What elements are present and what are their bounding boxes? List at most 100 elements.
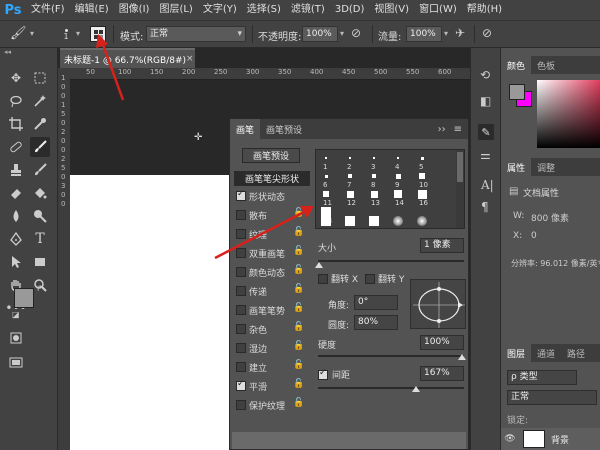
lock-icon[interactable]: 🔓 xyxy=(293,322,304,332)
tab-adjustments[interactable]: 调整 xyxy=(531,158,561,176)
pressure-opacity-icon[interactable]: ⊘ xyxy=(351,26,361,40)
brush-tip[interactable] xyxy=(419,173,425,179)
tab-brush[interactable]: 画笔 xyxy=(230,119,261,139)
brush-tip[interactable] xyxy=(420,156,424,160)
layer-filter-dropdown[interactable]: ρ 类型 xyxy=(507,370,577,385)
type-tool-icon[interactable]: T xyxy=(30,229,50,249)
expand-panel-icon[interactable]: ›› xyxy=(438,124,446,135)
brush-tip[interactable] xyxy=(373,157,375,159)
brush-preview-picker[interactable]: 1 xyxy=(56,25,76,45)
dodge-tool-icon[interactable] xyxy=(30,206,50,226)
panel-fg-color-swatch[interactable] xyxy=(509,84,525,100)
brush-tip[interactable] xyxy=(397,157,399,159)
rectangle-tool-icon[interactable] xyxy=(30,252,50,272)
brush-option-checkbox[interactable] xyxy=(236,248,246,258)
brush-tip-grid[interactable]: 12345678910111213141618 xyxy=(315,149,465,229)
lock-icon[interactable]: 🔓 xyxy=(293,341,304,351)
blend-mode-dropdown[interactable]: 正常 xyxy=(507,390,597,405)
pen-tool-icon[interactable] xyxy=(6,229,26,249)
brush-tip[interactable] xyxy=(417,216,427,226)
menu-type[interactable]: 文字(Y) xyxy=(198,0,242,20)
menu-help[interactable]: 帮助(H) xyxy=(462,0,507,20)
lock-icon[interactable]: 🔓 xyxy=(293,360,304,370)
x-value[interactable]: 0 xyxy=(531,231,537,241)
brush-option-checkbox[interactable] xyxy=(236,189,246,201)
brush-tip[interactable] xyxy=(349,157,351,159)
default-colors-icon[interactable]: ◪ xyxy=(12,310,20,319)
character-panel-icon[interactable]: A| xyxy=(481,178,494,192)
foreground-color-swatch[interactable] xyxy=(14,288,34,308)
mode-dropdown[interactable]: 正常 ▾ xyxy=(146,26,246,42)
layer-row[interactable]: 👁 背景 xyxy=(501,428,600,450)
tab-brush-presets[interactable]: 画笔预设 xyxy=(260,119,308,139)
menu-view[interactable]: 视图(V) xyxy=(369,0,414,20)
hardness-slider-knob[interactable] xyxy=(458,354,466,360)
brush-option-item[interactable]: 湿边 xyxy=(236,341,267,355)
size-slider[interactable] xyxy=(318,260,464,262)
lock-icon[interactable]: 🔓 xyxy=(293,303,304,313)
brush-option-checkbox[interactable] xyxy=(236,229,246,239)
path-selection-tool-icon[interactable] xyxy=(6,252,26,272)
size-slider-knob[interactable] xyxy=(315,262,323,268)
brush-presets-button[interactable]: 画笔预设 xyxy=(242,148,300,163)
flow-field[interactable]: 100% xyxy=(406,26,442,42)
document-tab[interactable]: 未标题-1 @ 66.7%(RGB/8#) × xyxy=(60,48,195,68)
panel-menu-icon[interactable]: ≡ xyxy=(454,124,462,135)
brush-tip[interactable] xyxy=(348,174,352,178)
history-brush-tool-icon[interactable] xyxy=(30,160,50,180)
brush-tip[interactable] xyxy=(370,190,378,198)
tab-channels[interactable]: 通道 xyxy=(531,344,561,362)
lock-icon[interactable]: 🔓 xyxy=(293,227,304,237)
brush-tip[interactable] xyxy=(325,157,327,159)
eye-icon[interactable]: 👁 xyxy=(501,434,519,444)
menu-edit[interactable]: 编辑(E) xyxy=(70,0,114,20)
lasso-tool-icon[interactable] xyxy=(6,91,26,111)
brush-option-checkbox[interactable] xyxy=(236,267,246,277)
brush-tip[interactable] xyxy=(395,173,401,179)
chevron-down-icon[interactable]: ▾ xyxy=(30,29,34,38)
lock-icon[interactable]: 🔓 xyxy=(293,398,304,408)
brush-tool-icon[interactable]: 🖌 xyxy=(10,26,27,41)
swap-colors-icon[interactable]: ↱ xyxy=(36,284,43,293)
brush-option-item[interactable]: 保护纹理 xyxy=(236,398,285,412)
hardness-slider[interactable] xyxy=(318,355,464,357)
toggle-brush-panel-button[interactable] xyxy=(90,26,106,42)
spacing-field[interactable]: 167% xyxy=(420,366,464,381)
brush-option-item[interactable]: 散布 xyxy=(236,208,267,222)
brush-tip[interactable] xyxy=(394,190,402,198)
lock-icon[interactable]: 🔓 xyxy=(293,246,304,256)
menu-layer[interactable]: 图层(L) xyxy=(154,0,197,20)
eyedropper-tool-icon[interactable] xyxy=(30,114,50,134)
tip-grid-scrollbar[interactable] xyxy=(456,150,464,228)
brush-option-item[interactable]: 形状动态 xyxy=(236,189,285,203)
properties-panel-icon[interactable]: ◧ xyxy=(480,94,491,108)
brush-tip[interactable] xyxy=(369,216,379,226)
menu-window[interactable]: 窗口(W) xyxy=(414,0,462,20)
tab-properties[interactable]: 属性 xyxy=(501,158,532,176)
magic-wand-tool-icon[interactable] xyxy=(30,91,50,111)
brush-option-item[interactable]: 传递 xyxy=(236,284,267,298)
clone-source-icon[interactable]: ⚌ xyxy=(480,148,491,162)
history-panel-icon[interactable]: ⟲ xyxy=(480,68,490,82)
brush-option-checkbox[interactable] xyxy=(236,400,246,410)
brush-panel-icon[interactable]: ✎ xyxy=(478,124,494,140)
brush-option-item[interactable]: 画笔笔势 xyxy=(236,303,285,317)
chevron-down-icon[interactable]: ▾ xyxy=(444,29,448,38)
horizontal-ruler[interactable]: 5010015020025030035040045050055060065070… xyxy=(70,68,500,80)
chevron-down-icon[interactable]: ▾ xyxy=(76,29,80,38)
lock-icon[interactable]: 🔓 xyxy=(293,265,304,275)
brush-option-item[interactable]: 杂色 xyxy=(236,322,267,336)
brush-option-checkbox[interactable] xyxy=(236,324,246,334)
angle-field[interactable]: 0° xyxy=(354,295,398,310)
stamp-tool-icon[interactable] xyxy=(6,160,26,180)
tab-swatches[interactable]: 色板 xyxy=(531,56,561,74)
crop-tool-icon[interactable] xyxy=(6,114,26,134)
brush-tip[interactable] xyxy=(346,190,354,198)
roundness-field[interactable]: 80% xyxy=(354,315,398,330)
brush-option-item[interactable]: 双重画笔 xyxy=(236,246,285,260)
brush-option-item[interactable]: 建立 xyxy=(236,360,267,374)
brush-option-checkbox[interactable] xyxy=(236,379,246,391)
brush-option-checkbox[interactable] xyxy=(236,343,246,353)
tab-color[interactable]: 颜色 xyxy=(501,56,532,74)
spacing-slider-knob[interactable] xyxy=(412,386,420,392)
